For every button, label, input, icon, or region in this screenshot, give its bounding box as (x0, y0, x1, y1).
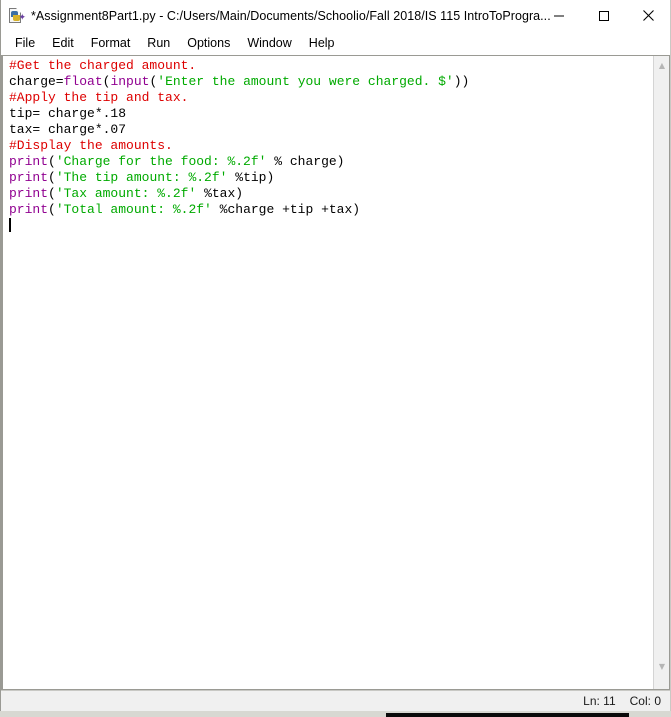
code-line: charge=float(input('Enter the amount you… (9, 74, 653, 90)
window-title: *Assignment8Part1.py - C:/Users/Main/Doc… (31, 8, 551, 23)
idle-editor-window: ✦ *Assignment8Part1.py - C:/Users/Main/D… (0, 0, 671, 711)
python-file-icon: ✦ (8, 7, 26, 24)
code-token-builtin: print (9, 154, 49, 169)
taskbar-dark-strip (386, 713, 629, 717)
menu-item-help[interactable]: Help (301, 34, 344, 53)
code-token-plain: charge= (9, 74, 64, 89)
code-token-plain: )) (453, 74, 470, 89)
code-token-plain: %tip) (227, 170, 275, 185)
code-line: print('Total amount: %.2f' %charge +tip … (9, 202, 653, 218)
code-token-plain: ( (48, 154, 56, 169)
code-token-plain: %tax) (196, 186, 244, 201)
code-line: tip= charge*.18 (9, 106, 653, 122)
code-token-string: 'Tax amount: %.2f' (55, 186, 197, 201)
code-token-plain: %charge +tip +tax) (211, 202, 361, 217)
code-text-area[interactable]: #Get the charged amount. charge=float(inp… (3, 56, 653, 689)
menu-item-window[interactable]: Window (239, 34, 300, 53)
source-code: #Get the charged amount. charge=float(inp… (9, 58, 653, 234)
maximize-icon (598, 10, 609, 21)
code-token-string: 'Charge for the food: %.2f' (55, 154, 267, 169)
close-icon (643, 10, 654, 21)
code-token-string: 'Enter the amount you were charged. $' (157, 74, 454, 89)
chevron-down-icon[interactable]: ▼ (654, 659, 669, 675)
title-bar[interactable]: ✦ *Assignment8Part1.py - C:/Users/Main/D… (0, 0, 671, 32)
status-bar: Ln: 11 Col: 0 (0, 690, 671, 711)
code-line: #Apply the tip and tax. (9, 90, 653, 106)
menu-item-format[interactable]: Format (83, 34, 140, 53)
close-button[interactable] (626, 0, 671, 31)
menu-item-run[interactable]: Run (139, 34, 179, 53)
code-token-plain: tip= charge*.18 (9, 106, 127, 121)
minimize-button[interactable] (536, 0, 581, 31)
code-token-builtin: print (9, 186, 49, 201)
code-line (9, 218, 653, 234)
menu-bar: File Edit Format Run Options Window Help (0, 32, 671, 55)
code-token-builtin: float (63, 74, 103, 89)
menu-item-file[interactable]: File (7, 34, 44, 53)
status-column-number: Col: 0 (629, 694, 661, 708)
desktop-taskbar (0, 711, 671, 717)
code-token-plain: ( (48, 170, 56, 185)
window-controls (536, 0, 671, 31)
menu-item-options[interactable]: Options (179, 34, 239, 53)
code-token-string: 'The tip amount: %.2f' (55, 170, 228, 185)
code-token-plain: % charge) (266, 154, 345, 169)
code-token-builtin: print (9, 202, 49, 217)
code-token-comment: #Apply the tip and tax. (9, 90, 189, 105)
code-token-string: 'Total amount: %.2f' (55, 202, 212, 217)
status-line-number: Ln: 11 (583, 694, 616, 708)
chevron-up-icon[interactable]: ▲ (654, 58, 669, 74)
menu-item-edit[interactable]: Edit (44, 34, 83, 53)
code-line: print('The tip amount: %.2f' %tip) (9, 170, 653, 186)
code-line: #Get the charged amount. (9, 58, 653, 74)
editor-area: #Get the charged amount. charge=float(inp… (1, 55, 670, 690)
code-token-builtin: input (110, 74, 150, 89)
code-token-plain: tax= charge*.07 (9, 122, 127, 137)
window-border-left (0, 0, 1, 711)
code-token-comment: #Get the charged amount. (9, 58, 197, 73)
code-token-builtin: print (9, 170, 49, 185)
code-line: print('Charge for the food: %.2f' % char… (9, 154, 653, 170)
code-line: #Display the amounts. (9, 138, 653, 154)
minimize-icon (553, 15, 564, 16)
code-line: print('Tax amount: %.2f' %tax) (9, 186, 653, 202)
text-caret (9, 218, 11, 232)
code-token-plain: ( (48, 186, 56, 201)
code-token-plain: ( (48, 202, 56, 217)
maximize-button[interactable] (581, 0, 626, 31)
code-token-comment: #Display the amounts. (9, 138, 173, 153)
vertical-scrollbar[interactable]: ▲ ▼ (653, 56, 669, 689)
code-line: tax= charge*.07 (9, 122, 653, 138)
